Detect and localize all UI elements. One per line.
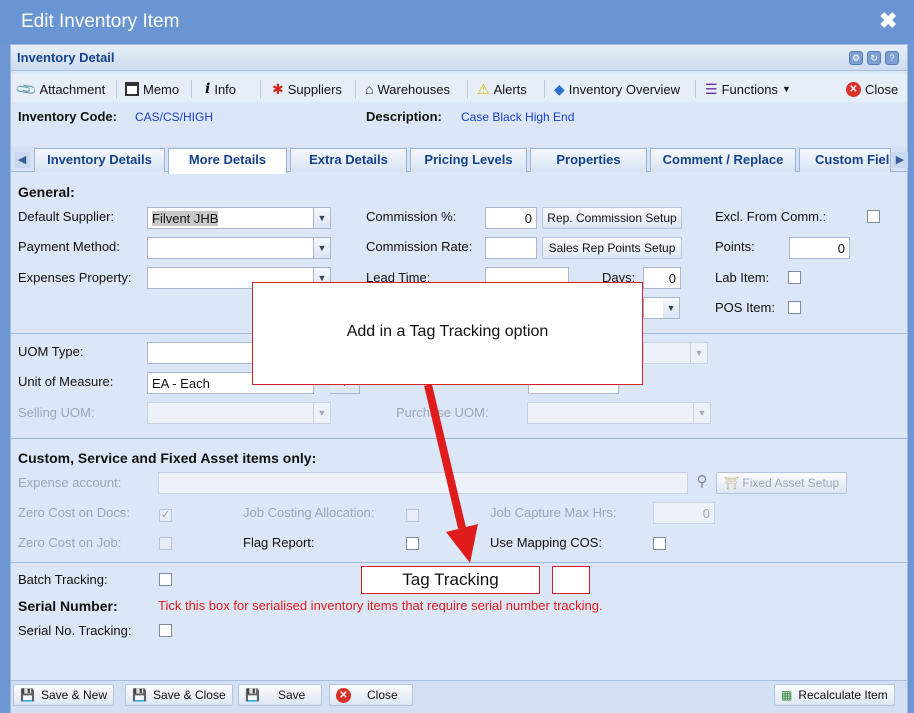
floppy-disk-icon: 💾 [245, 688, 260, 702]
recalculate-item-button[interactable]: ▦ Recalculate Item [774, 684, 895, 706]
floppy-disk-icon: 💾 [20, 688, 35, 702]
close-button[interactable]: ✕ Close [329, 684, 413, 706]
calculator-icon: ▦ [781, 688, 793, 702]
save-and-new-button[interactable]: 💾 Save & New [13, 684, 114, 706]
annotation-callout: Add in a Tag Tracking option [252, 282, 643, 385]
arrow-shaft [424, 384, 466, 529]
floppy-disk-icon: 💾 [132, 688, 147, 702]
annotation-callout-text: Add in a Tag Tracking option [346, 323, 549, 340]
close-icon: ✕ [336, 687, 351, 703]
save-button[interactable]: 💾 Save [238, 684, 322, 706]
save-and-close-button[interactable]: 💾 Save & Close [125, 684, 233, 706]
arrow-head [446, 524, 478, 563]
